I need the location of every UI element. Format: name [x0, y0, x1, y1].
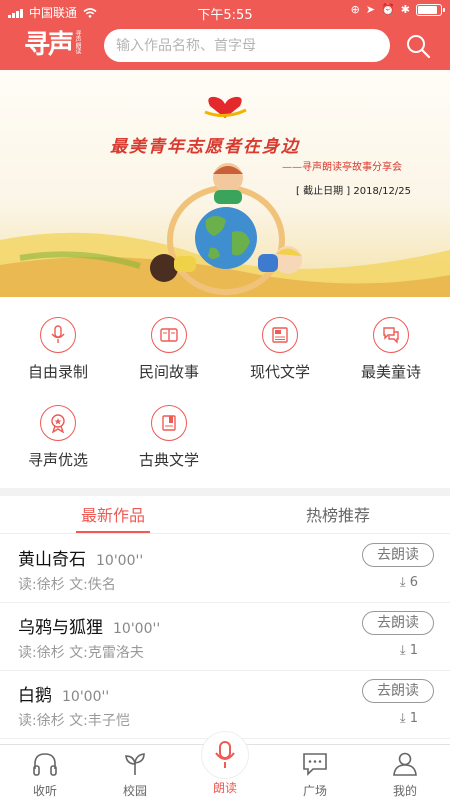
nav-item-listen[interactable]: 收听 [0, 751, 90, 799]
read-aloud-button[interactable]: 去朗读 [362, 679, 434, 703]
work-duration: 10'00'' [113, 621, 161, 637]
headphones-icon [33, 753, 57, 776]
nav-label: 收听 [32, 784, 57, 798]
category-free-record[interactable]: 自由录制 [13, 317, 103, 382]
search-input[interactable] [116, 37, 376, 54]
nav-item-mine[interactable]: 我的 [360, 751, 450, 799]
nav-label: 校园 [122, 784, 147, 798]
work-author: 文:克雷洛夫 [69, 645, 144, 661]
book-icon [151, 317, 187, 353]
work-author: 文:丰子恺 [69, 713, 130, 729]
category-label: 民间故事 [138, 363, 199, 381]
nav-item-read[interactable]: 朗读 [180, 779, 270, 796]
bluetooth-icon: ✱ [400, 3, 410, 16]
category-label: 最美童诗 [360, 363, 421, 381]
user-icon [393, 752, 417, 776]
work-title: 乌鸦与狐狸 [18, 618, 103, 638]
app-logo: 寻声 寻声朗读 [24, 29, 82, 60]
read-aloud-button[interactable]: 去朗读 [362, 611, 434, 635]
active-tab-indicator [76, 531, 150, 533]
category-modern-literature[interactable]: 现代文学 [235, 317, 325, 382]
work-duration: 10'00'' [96, 553, 144, 569]
sprout-icon [125, 753, 145, 775]
category-grid: 自由录制 民间故事 现代文学 最美童诗 寻声优选 古典文学 [0, 300, 450, 490]
badge-icon [40, 405, 76, 441]
category-children-poems[interactable]: 最美童诗 [346, 317, 436, 382]
work-title: 白鹅 [18, 686, 52, 706]
newspaper-icon [262, 317, 298, 353]
status-bar: 中国联通 下午5:55 ⊕ ➤ ⏰ ✱ [0, 0, 450, 23]
search-icon[interactable] [404, 32, 432, 60]
category-label: 自由录制 [27, 363, 88, 381]
download-count: ⤓ 6 [399, 575, 418, 590]
work-reader: 读:徐杉 [18, 577, 65, 593]
work-reader: 读:徐杉 [18, 713, 65, 729]
work-reader: 读:徐杉 [18, 645, 65, 661]
work-title: 黄山奇石 [18, 550, 86, 570]
work-author: 文:佚名 [69, 577, 116, 593]
tab-hot-ranking[interactable]: 热榜推荐 [278, 502, 398, 526]
banner-title: 最美青年志愿者在身边 [110, 137, 300, 157]
download-count: ⤓ 1 [399, 711, 418, 726]
list-item[interactable]: 黄山奇石 10'00'' 读:徐杉 文:佚名 去朗读 ⤓ 6 [0, 535, 450, 603]
category-label: 现代文学 [249, 363, 310, 381]
microphone-icon [40, 317, 76, 353]
nav-label: 我的 [392, 784, 417, 798]
category-label: 寻声优选 [27, 451, 88, 469]
category-selected[interactable]: 寻声优选 [13, 405, 103, 470]
deadline-label: [ 截止日期 ] [296, 186, 351, 197]
download-icon: ⤓ [399, 643, 410, 658]
section-divider [0, 488, 450, 496]
download-icon: ⤓ [399, 575, 410, 590]
microphone-icon [215, 741, 235, 768]
ancient-book-icon [151, 405, 187, 441]
message-icon [303, 753, 327, 776]
record-center-button[interactable] [201, 731, 249, 779]
download-count: ⤓ 1 [399, 643, 418, 658]
category-label: 古典文学 [138, 451, 199, 469]
category-classical-literature[interactable]: 古典文学 [124, 405, 214, 470]
work-duration: 10'00'' [62, 689, 110, 705]
download-icon: ⤓ [399, 711, 410, 726]
banner-subtitle: ——寻声朗读亭故事分享会 [282, 162, 402, 173]
rotation-lock-icon: ⊕ [350, 3, 360, 16]
list-item[interactable]: 乌鸦与狐狸 10'00'' 读:徐杉 文:克雷洛夫 去朗读 ⤓ 1 [0, 603, 450, 671]
top-bar: 中国联通 下午5:55 ⊕ ➤ ⏰ ✱ 寻声 寻声朗读 [0, 0, 450, 70]
list-item[interactable]: 白鹅 10'00'' 读:徐杉 文:丰子恺 去朗读 ⤓ 1 [0, 671, 450, 739]
alarm-icon: ⏰ [381, 3, 395, 16]
nav-label: 朗读 [212, 781, 237, 795]
nav-label: 广场 [302, 784, 327, 798]
works-tabs: 最新作品 热榜推荐 [0, 496, 450, 534]
chat-icon [373, 317, 409, 353]
search-bar[interactable] [104, 29, 390, 62]
tab-latest-works[interactable]: 最新作品 [53, 502, 173, 533]
banner-deadline: [ 截止日期 ] 2018/12/25 [296, 182, 411, 197]
deadline-date: 2018/12/25 [353, 186, 411, 197]
location-icon: ➤ [365, 3, 376, 16]
bottom-nav: 收听 校园 朗读 广场 我的 [0, 731, 450, 800]
category-folk-stories[interactable]: 民间故事 [124, 317, 214, 382]
nav-item-campus[interactable]: 校园 [90, 751, 180, 799]
nav-item-square[interactable]: 广场 [270, 751, 360, 799]
read-aloud-button[interactable]: 去朗读 [362, 543, 434, 567]
promo-banner[interactable]: 最美青年志愿者在身边 ——寻声朗读亭故事分享会 [ 截止日期 ] 2018/12… [0, 70, 450, 297]
battery-icon [416, 3, 445, 16]
